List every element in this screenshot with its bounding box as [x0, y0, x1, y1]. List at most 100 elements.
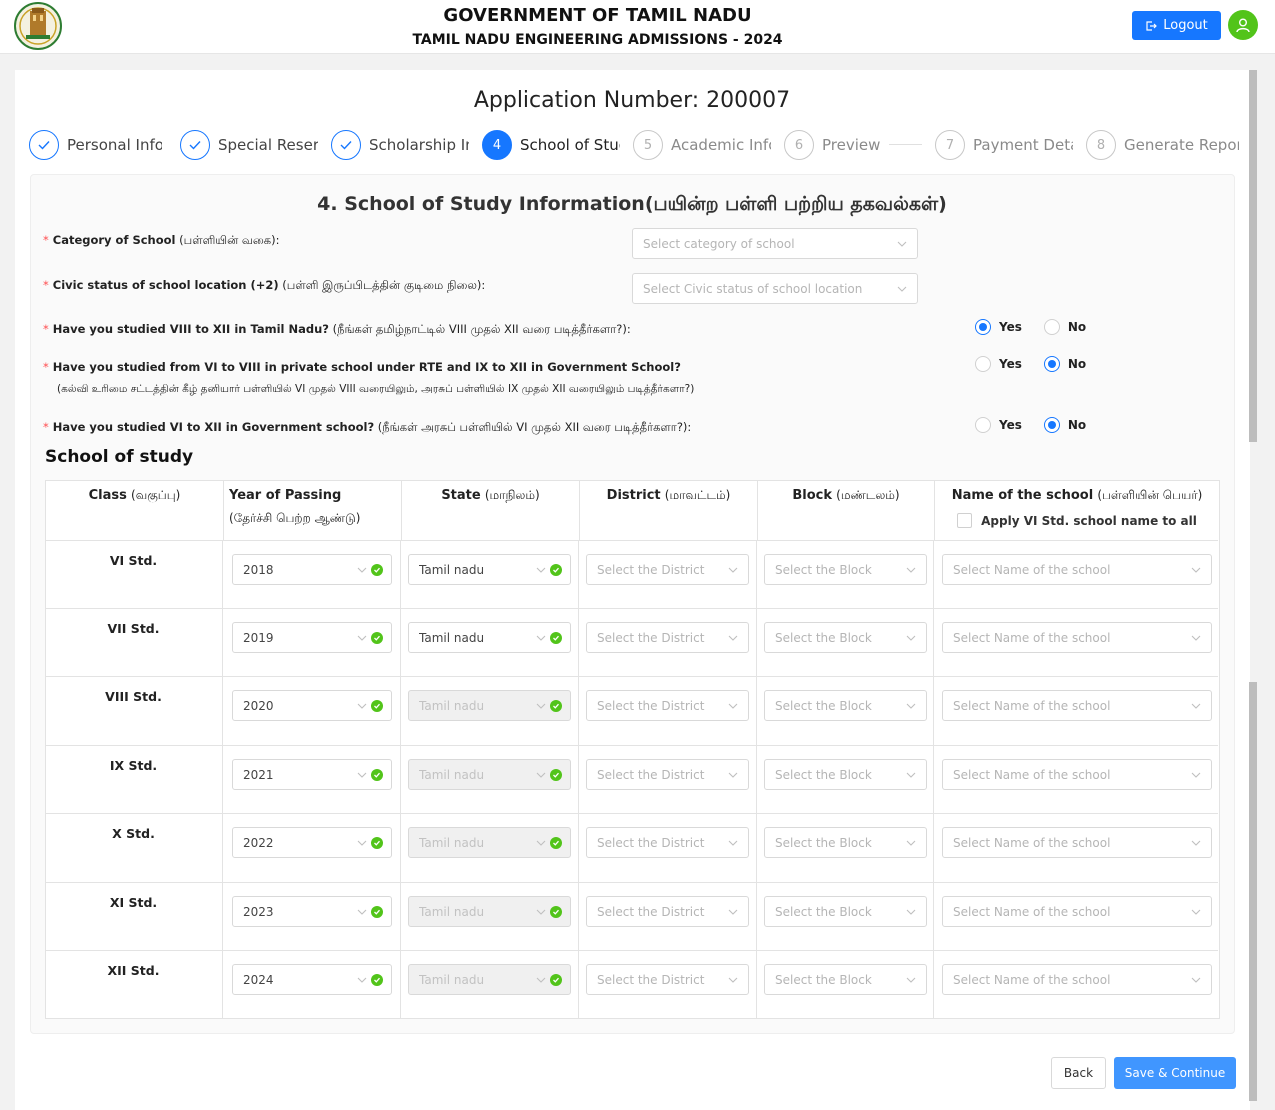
district-select[interactable]: Select the District	[586, 896, 749, 927]
district-select[interactable]: Select the District	[586, 622, 749, 653]
district-select[interactable]: Select the District	[586, 554, 749, 585]
select-placeholder: Select the Block	[775, 562, 872, 577]
step-school-of-study[interactable]: 4 School of Study	[482, 129, 620, 161]
select-value: Tamil nadu	[419, 904, 485, 919]
block-select[interactable]: Select the Block	[764, 759, 927, 790]
chevron-down-icon	[906, 772, 916, 778]
year-of-passing-select[interactable]: 2023	[232, 896, 392, 927]
apply-all-checkbox[interactable]	[957, 513, 973, 528]
district-select[interactable]: Select the District	[586, 827, 749, 858]
year-of-passing-select[interactable]: 2022	[232, 827, 392, 858]
step-academic-info[interactable]: 5 Academic Info	[633, 129, 771, 161]
success-check-icon	[550, 973, 562, 986]
step-payment-details[interactable]: 7 Payment Details	[935, 129, 1073, 161]
radio-no[interactable]	[1043, 356, 1060, 372]
district-cell: Select the District	[579, 746, 757, 814]
required-marker: *	[43, 322, 49, 336]
district-select[interactable]: Select the District	[586, 759, 749, 790]
state-select[interactable]: Tamil nadu	[408, 554, 571, 585]
district-cell: Select the District	[579, 883, 757, 951]
header-label: Block	[792, 488, 833, 503]
block-cell: Select the Block	[757, 609, 934, 677]
district-select[interactable]: Select the District	[586, 690, 749, 721]
select-value: 2021	[243, 767, 274, 782]
chevron-down-icon	[1191, 772, 1201, 778]
question-label: Category of School	[52, 233, 176, 247]
state-cell: Tamil nadu	[401, 814, 579, 882]
header-label-tamil: (வகுப்பு)	[131, 488, 181, 502]
check-icon	[29, 130, 59, 160]
state-select: Tamil nadu	[408, 690, 571, 721]
step-number: 4	[482, 130, 512, 160]
page-scrollbar-lower[interactable]	[1249, 682, 1257, 1101]
category-of-school-select[interactable]: Select category of school	[632, 228, 918, 259]
header-district: District (மாவட்டம்)	[580, 481, 758, 541]
school-name-select[interactable]: Select Name of the school	[942, 759, 1212, 790]
step-scholarship-info[interactable]: Scholarship Info	[331, 129, 469, 161]
apply-all-checkbox-row[interactable]: Apply VI Std. school name to all	[935, 513, 1219, 528]
chevron-down-icon	[536, 567, 546, 573]
radio-no-label: No	[1067, 357, 1087, 371]
step-preview[interactable]: 6 Preview	[784, 129, 882, 161]
step-generate-report[interactable]: 8 Generate Report	[1086, 129, 1239, 161]
select-placeholder: Select the District	[597, 698, 705, 713]
select-placeholder: Select the Block	[775, 835, 872, 850]
block-select[interactable]: Select the Block	[764, 554, 927, 585]
district-select[interactable]: Select the District	[586, 964, 749, 995]
step-number: 8	[1086, 130, 1116, 160]
application-number: Application Number: 200007	[473, 88, 791, 113]
step-special-reservation[interactable]: Special Reservation	[180, 129, 318, 161]
district-cell: Select the District	[579, 609, 757, 677]
year-of-passing-select[interactable]: 2021	[232, 759, 392, 790]
select-placeholder: Select the Block	[775, 904, 872, 919]
step-label: Academic Info	[671, 136, 771, 154]
block-select[interactable]: Select the Block	[764, 896, 927, 927]
radio-yes[interactable]	[975, 319, 991, 335]
chevron-down-icon	[906, 909, 916, 915]
block-select[interactable]: Select the Block	[764, 622, 927, 653]
government-school-question: * Have you studied VI to XII in Governmen…	[43, 420, 691, 436]
step-personal-info[interactable]: Personal Info	[29, 129, 162, 161]
school-name-select[interactable]: Select Name of the school	[942, 964, 1212, 995]
radio-yes[interactable]	[975, 417, 991, 433]
school-name-select[interactable]: Select Name of the school	[942, 622, 1212, 653]
state-select: Tamil nadu	[408, 964, 571, 995]
school-name-select[interactable]: Select Name of the school	[942, 827, 1212, 858]
chevron-down-icon	[906, 840, 916, 846]
back-button[interactable]: Back	[1051, 1057, 1106, 1089]
civic-status-question: * Civic status of school location (+2) (ப…	[43, 278, 485, 294]
page-scrollbar[interactable]	[1249, 70, 1257, 442]
save-and-continue-button[interactable]: Save & Continue	[1114, 1057, 1236, 1089]
school-name-select[interactable]: Select Name of the school	[942, 554, 1212, 585]
radio-no-label: No	[1067, 320, 1087, 334]
logout-button[interactable]: Logout	[1132, 11, 1221, 40]
user-avatar[interactable]	[1228, 10, 1258, 40]
radio-no[interactable]	[1043, 319, 1060, 335]
state-select[interactable]: Tamil nadu	[408, 622, 571, 653]
school-name-select[interactable]: Select Name of the school	[942, 896, 1212, 927]
select-value: Tamil nadu	[419, 835, 485, 850]
chevron-down-icon	[536, 772, 546, 778]
school-name-select[interactable]: Select Name of the school	[942, 690, 1212, 721]
block-select[interactable]: Select the Block	[764, 827, 927, 858]
year-of-passing-select[interactable]: 2020	[232, 690, 392, 721]
user-icon	[1236, 18, 1250, 33]
select-placeholder: Select Name of the school	[953, 972, 1111, 987]
question-label-tamil: (பள்ளியின் வகை):	[179, 233, 280, 247]
block-cell: Select the Block	[757, 677, 934, 745]
year-of-passing-select[interactable]: 2019	[232, 622, 392, 653]
question-label: Civic status of school location (+2)	[52, 278, 279, 292]
civic-status-select[interactable]: Select Civic status of school location	[632, 273, 918, 304]
table-row: XI Std. 2023 Tamil nadu Select the Distr…	[45, 882, 1218, 951]
block-select[interactable]: Select the Block	[764, 964, 927, 995]
year-of-passing-select[interactable]: 2024	[232, 964, 392, 995]
block-cell: Select the Block	[757, 951, 934, 1019]
year-of-passing-select[interactable]: 2018	[232, 554, 392, 585]
select-placeholder: Select the Block	[775, 767, 872, 782]
chevron-down-icon	[536, 635, 546, 641]
block-select[interactable]: Select the Block	[764, 690, 927, 721]
radio-yes[interactable]	[975, 356, 991, 372]
class-cell: IX Std.	[45, 746, 223, 814]
radio-no[interactable]	[1043, 417, 1060, 433]
select-placeholder: Select the Block	[775, 630, 872, 645]
